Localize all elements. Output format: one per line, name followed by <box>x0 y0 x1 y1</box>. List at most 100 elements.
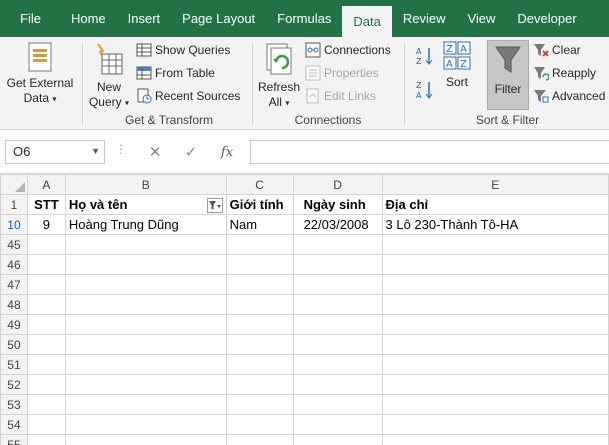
tab-file[interactable]: File <box>0 0 60 37</box>
chevron-down-icon[interactable]: ▼ <box>91 146 100 156</box>
enter-check-icon[interactable]: ✓ <box>173 143 209 161</box>
cell[interactable] <box>292 294 383 315</box>
header-cell-stt[interactable]: STT <box>26 194 66 215</box>
column-header-b[interactable]: B <box>64 174 227 195</box>
cell[interactable] <box>64 394 227 415</box>
row-header[interactable]: 45 <box>0 234 28 255</box>
cell[interactable] <box>292 334 383 355</box>
cell[interactable] <box>292 274 383 295</box>
cell[interactable] <box>292 314 383 335</box>
from-table-button[interactable]: From Table <box>136 64 215 82</box>
filter-button[interactable]: Filter <box>487 40 529 110</box>
row-header[interactable]: 1 <box>0 194 28 215</box>
cell[interactable] <box>26 274 66 295</box>
cell[interactable] <box>381 234 609 255</box>
connections-button[interactable]: Connections <box>305 41 391 59</box>
cancel-icon[interactable]: ✕ <box>137 143 173 161</box>
cell[interactable] <box>225 354 294 375</box>
tab-review[interactable]: Review <box>392 0 457 37</box>
cell[interactable] <box>225 294 294 315</box>
row-header[interactable]: 55 <box>0 434 28 445</box>
row-header[interactable]: 50 <box>0 334 28 355</box>
cell[interactable] <box>26 394 66 415</box>
cell[interactable] <box>381 314 609 335</box>
cell[interactable] <box>64 314 227 335</box>
column-header-c[interactable]: C <box>225 174 294 195</box>
cell[interactable] <box>64 234 227 255</box>
column-header-a[interactable]: A <box>26 174 66 195</box>
cell[interactable] <box>381 374 609 395</box>
cell[interactable] <box>26 294 66 315</box>
cell[interactable] <box>225 274 294 295</box>
cell[interactable] <box>26 374 66 395</box>
cell[interactable] <box>225 374 294 395</box>
insert-function-icon[interactable]: fx <box>209 145 245 160</box>
cell[interactable] <box>381 334 609 355</box>
cell[interactable]: 3 Lô 230-Thành Tô-HA <box>381 214 609 235</box>
cell[interactable] <box>292 234 383 255</box>
cell[interactable] <box>381 254 609 275</box>
row-header[interactable]: 54 <box>0 414 28 435</box>
tab-formulas[interactable]: Formulas <box>266 0 342 37</box>
row-header[interactable]: 53 <box>0 394 28 415</box>
tab-home[interactable]: Home <box>60 0 117 37</box>
cell[interactable] <box>26 234 66 255</box>
row-header[interactable]: 49 <box>0 314 28 335</box>
cell[interactable] <box>64 274 227 295</box>
cell[interactable]: Hoàng Trung Dũng <box>64 214 227 235</box>
row-header[interactable]: 51 <box>0 354 28 375</box>
header-cell-ho-va-ten[interactable]: Họ và tên <box>64 194 227 215</box>
properties-button[interactable]: Properties <box>305 64 379 82</box>
cell[interactable] <box>26 354 66 375</box>
tab-view[interactable]: View <box>456 0 506 37</box>
recent-sources-button[interactable]: Recent Sources <box>136 87 240 105</box>
cell[interactable] <box>381 354 609 375</box>
cell[interactable]: Nam <box>225 214 294 235</box>
cell[interactable] <box>64 334 227 355</box>
cell[interactable] <box>64 434 227 445</box>
row-header[interactable]: 46 <box>0 254 28 275</box>
cell[interactable] <box>64 374 227 395</box>
header-cell-gioi-tinh[interactable]: Giới tính <box>225 194 294 215</box>
sort-z-to-a-button[interactable]: ZA <box>415 79 435 101</box>
sort-a-to-z-button[interactable]: AZ <box>415 45 435 67</box>
reapply-button[interactable]: Reapply <box>533 64 596 82</box>
cell[interactable] <box>64 414 227 435</box>
cell[interactable] <box>64 254 227 275</box>
cell[interactable] <box>381 414 609 435</box>
show-queries-button[interactable]: Show Queries <box>136 41 230 59</box>
cell[interactable] <box>26 434 66 445</box>
new-query-button[interactable]: New Query ▾ <box>87 40 131 110</box>
cell[interactable] <box>292 394 383 415</box>
edit-links-button[interactable]: Edit Links <box>305 87 376 105</box>
cell[interactable] <box>225 414 294 435</box>
cell[interactable] <box>225 254 294 275</box>
column-header-e[interactable]: E <box>381 174 609 195</box>
cell[interactable] <box>381 294 609 315</box>
row-header[interactable]: 52 <box>0 374 28 395</box>
refresh-all-button[interactable]: Refresh All ▾ <box>257 40 301 110</box>
sort-button[interactable]: Z A A Z Sort <box>439 40 475 90</box>
row-header[interactable]: 48 <box>0 294 28 315</box>
cell[interactable] <box>26 414 66 435</box>
tab-data[interactable]: Data <box>342 6 392 37</box>
formula-input[interactable] <box>250 140 609 164</box>
header-cell-dia-chi[interactable]: Địa chỉ <box>381 194 609 215</box>
cell[interactable] <box>381 434 609 445</box>
cell[interactable] <box>381 394 609 415</box>
tab-page-layout[interactable]: Page Layout <box>171 0 266 37</box>
cell[interactable] <box>225 434 294 445</box>
cell[interactable]: 22/03/2008 <box>292 214 383 235</box>
cell[interactable] <box>225 334 294 355</box>
select-all-corner[interactable] <box>0 174 28 195</box>
row-header[interactable]: 10 <box>0 214 28 235</box>
cell[interactable] <box>64 294 227 315</box>
cell[interactable] <box>26 314 66 335</box>
cell[interactable] <box>225 234 294 255</box>
cell[interactable] <box>292 354 383 375</box>
cell[interactable] <box>225 394 294 415</box>
cell[interactable] <box>64 354 227 375</box>
name-box[interactable]: O6 ▼ <box>5 140 105 164</box>
tab-developer[interactable]: Developer <box>506 0 587 37</box>
cell[interactable] <box>292 374 383 395</box>
